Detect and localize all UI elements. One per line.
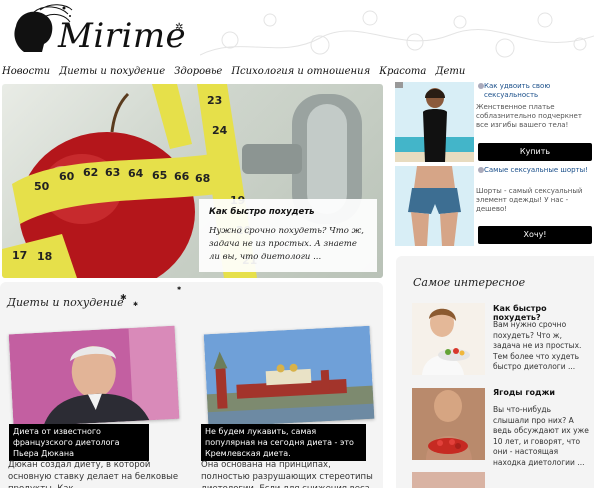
star-icon: ✲ [175,22,184,33]
want-button[interactable]: Хочу! [478,226,592,244]
svg-text:68: 68 [195,172,210,185]
svg-text:50: 50 [34,180,50,193]
star-icon: ✱ [177,286,182,292]
site-header: Mirime ✲ [0,0,594,62]
hero-title[interactable]: Как быстро похудеть [209,207,367,217]
nav-item-diets[interactable]: Диеты и похудение [59,66,165,77]
buy-button[interactable]: Купить [478,143,592,161]
svg-text:66: 66 [174,170,190,183]
sidebar-ads: Как удвоить свою сексуальность Женственн… [392,80,594,252]
salad-woman-photo[interactable] [412,303,485,375]
popular-section: Самое интересное Как быстро похудеть? Ва… [396,256,594,488]
popular-thumbnail[interactable] [412,472,485,488]
nav-item-psychology[interactable]: Психология и отношения [231,66,370,77]
goji-berries-photo[interactable] [412,388,485,460]
card-excerpt: Дюкан создал диету, в которой основную с… [8,460,179,488]
card-excerpt: Она основана на принципах, полностью раз… [201,460,373,488]
ad-text: Женственное платье соблазнительно подчер… [476,103,582,129]
nav-item-beauty[interactable]: Красота [379,66,426,77]
popular-text: Вы что-нибудь слышали про них? А ведь об… [493,405,589,467]
svg-text:23: 23 [207,94,222,107]
ad-text: Шорты - самый сексуальный элемент одежды… [476,187,583,213]
svg-text:63: 63 [105,166,120,179]
popular-title[interactable]: Ягоды годжи [493,388,555,397]
nav-item-health[interactable]: Здоровье [174,66,222,77]
ad-title[interactable]: Как удвоить свою сексуальность [484,82,592,100]
kremlin-photo[interactable] [203,325,375,428]
svg-text:18: 18 [37,250,52,263]
floral-pattern [200,10,594,58]
ad-dress-photo[interactable] [395,82,474,162]
nav-item-kids[interactable]: Дети [435,66,465,77]
svg-text:60: 60 [59,170,75,183]
nav-item-news[interactable]: Новости [2,66,50,77]
popular-heading: Самое интересное [413,276,526,289]
ad-title[interactable]: Самые сексуальные шорты! [484,166,592,175]
main-nav: Новости Диеты и похудение Здоровье Психо… [0,62,594,80]
star-icon: ✱ [133,301,139,308]
svg-text:64: 64 [128,167,144,180]
hero-text: Нужно срочно похудеть? Что ж, задача не … [209,226,364,262]
ad-block: Как удвоить свою сексуальность Женственн… [392,80,594,164]
svg-text:62: 62 [83,166,98,179]
diets-heading[interactable]: Диеты и похудение [7,296,124,309]
hero-caption-box[interactable]: Как быстро похудеть Нужно срочно похудет… [199,199,377,272]
popular-text: Вам нужно срочно похудеть? Что ж, задача… [493,320,582,371]
svg-text:17: 17 [12,249,27,262]
card-caption[interactable]: Не будем лукавить, самая популярная на с… [201,424,366,461]
star-icon: ✱ [120,293,127,302]
card-caption[interactable]: Диета от известного французского диетоло… [9,424,149,461]
ad-shorts-photo[interactable] [395,166,474,246]
svg-text:65: 65 [152,169,167,182]
svg-text:24: 24 [212,124,228,137]
ad-block: Самые сексуальные шорты! Шорты - самый с… [392,164,594,248]
dukan-photo[interactable] [8,325,180,428]
site-logo[interactable]: Mirime [58,16,186,56]
ad-flag-icon [395,82,403,88]
